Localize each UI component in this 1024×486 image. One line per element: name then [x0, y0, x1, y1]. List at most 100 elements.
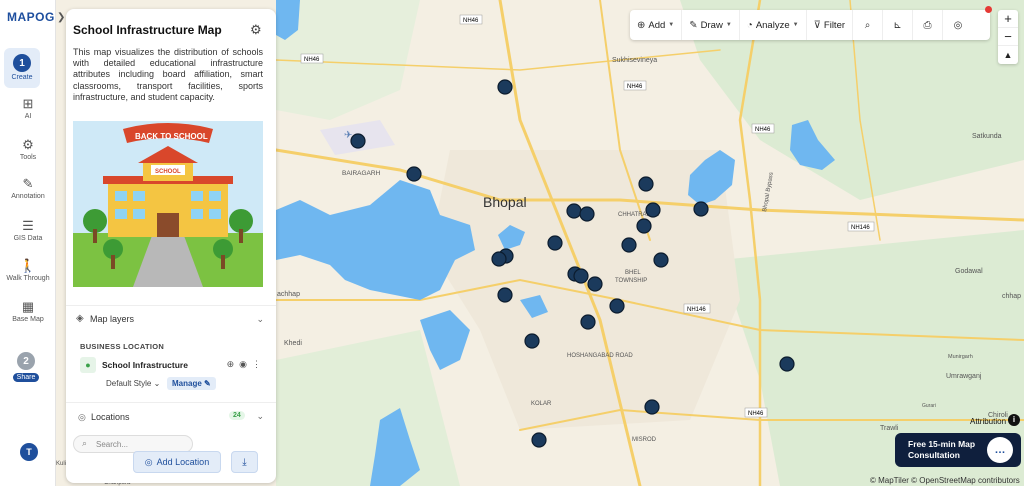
label-misrod: MISROD [632, 437, 657, 443]
chevron-down-icon[interactable]: ⌄ [256, 411, 264, 422]
label-kuli: Kuli [56, 461, 66, 467]
draw-label: Draw [700, 19, 723, 31]
settings-icon[interactable]: ⚙ [250, 22, 262, 38]
school-marker[interactable] [547, 235, 563, 251]
layers-icon: ◈ [76, 313, 84, 324]
layer-row-school-infrastructure[interactable]: ● School Infrastructure ⊕◉⋮ [78, 354, 266, 376]
attribution-label[interactable]: Attribution [970, 417, 1006, 426]
crosshair-icon: ◎ [953, 19, 963, 31]
manage-label: Manage [172, 379, 202, 388]
search-icon: ⌕ [864, 19, 871, 31]
school-marker[interactable] [573, 268, 589, 284]
svg-text:NH46: NH46 [463, 18, 479, 24]
user-avatar[interactable]: T [20, 443, 38, 461]
road-shield: NH46 [459, 14, 483, 25]
school-marker[interactable] [653, 252, 669, 268]
manage-button[interactable]: Manage ✎ [167, 377, 216, 390]
school-marker[interactable] [491, 251, 507, 267]
layer-actions[interactable]: ⊕◉⋮ [227, 359, 266, 370]
school-marker[interactable] [636, 218, 652, 234]
analyze-menu[interactable]: ◔ Analyze ▼ [740, 10, 807, 40]
search-button[interactable]: ⌕ [853, 10, 884, 40]
print-button[interactable]: ⎙ [913, 10, 944, 40]
visibility-eye-icon[interactable]: ◉ [239, 359, 252, 369]
locations-count-badge: 24 [229, 411, 245, 420]
map-info-panel: School Infrastructure Map ⚙ This map vis… [66, 9, 276, 483]
filter-label: Filter [823, 19, 846, 31]
filter-button[interactable]: ⊽ Filter [807, 10, 854, 40]
map-layers-label: Map layers [90, 314, 135, 324]
school-marker[interactable] [609, 298, 625, 314]
walk-icon: 🚶 [19, 258, 37, 273]
share-step[interactable]: 2 Share [8, 352, 44, 382]
measure-button[interactable]: ⊾ [883, 10, 914, 40]
rail-item-annotation[interactable]: ✎ Annotation [4, 177, 52, 201]
add-menu[interactable]: ⊕ Add ▼ [630, 10, 683, 40]
add-location-label: Add Location [156, 457, 210, 467]
school-marker[interactable] [621, 237, 637, 253]
map-layers-header[interactable]: ◈ Map layers ⌄ [66, 305, 276, 331]
analyze-label: Analyze [755, 19, 790, 31]
rail-item-ai[interactable]: ⊞ AI [4, 97, 52, 121]
school-marker[interactable] [644, 399, 660, 415]
zoom-out-button[interactable]: − [998, 28, 1018, 46]
school-sign: SCHOOL [155, 169, 181, 175]
school-marker[interactable] [587, 276, 603, 292]
more-options-icon[interactable]: ⋮ [252, 359, 266, 369]
zoom-controls: + − ▲ [998, 10, 1018, 64]
school-marker[interactable] [566, 203, 582, 219]
label-township: TOWNSHIP [615, 278, 647, 284]
svg-text:NH46: NH46 [627, 84, 643, 90]
compass-icon[interactable]: ▲ [998, 46, 1018, 64]
school-marker[interactable] [350, 133, 366, 149]
road-shield: NH46 [623, 80, 647, 91]
school-marker[interactable] [406, 166, 422, 182]
add-location-button[interactable]: ◎ Add Location [133, 451, 221, 473]
business-location-label: BUSINESS LOCATION [80, 342, 165, 351]
svg-text:NH146: NH146 [851, 225, 870, 231]
locations-header[interactable]: ◎ Locations 24 ⌄ [66, 402, 276, 430]
school-marker[interactable] [497, 79, 513, 95]
label-kolar: KOLAR [531, 401, 552, 407]
zoom-to-layer-icon[interactable]: ⊕ [227, 359, 240, 369]
school-marker[interactable] [638, 176, 654, 192]
notification-badge [985, 6, 992, 13]
chevron-down-icon[interactable]: ⌄ [256, 314, 264, 325]
share-step-number: 2 [17, 352, 35, 370]
rail-item-gis-data[interactable]: ☰ GIS Data [4, 219, 52, 243]
zoom-in-button[interactable]: + [998, 10, 1018, 28]
default-style-dropdown[interactable]: Default Style ⌄ [106, 379, 160, 388]
download-button[interactable]: ⤓ [231, 451, 258, 473]
school-marker[interactable] [779, 356, 795, 372]
school-marker[interactable] [497, 287, 513, 303]
ruler-icon: ⊾ [893, 19, 902, 31]
label-khedi: Khedi [284, 340, 302, 347]
download-icon: ⤓ [242, 456, 247, 468]
rail-item-base-map[interactable]: ▦ Base Map [4, 300, 52, 324]
school-marker[interactable] [524, 333, 540, 349]
rail-item-label: GIS Data [13, 235, 43, 242]
locate-button[interactable]: ◎ [943, 10, 973, 40]
create-step[interactable]: 1 Create [4, 48, 40, 88]
filter-icon: ⊽ [813, 19, 821, 31]
svg-text:NH46: NH46 [748, 411, 764, 417]
svg-text:NH46: NH46 [304, 57, 320, 63]
school-marker[interactable] [580, 314, 596, 330]
school-marker[interactable] [693, 201, 709, 217]
info-icon[interactable]: i [1008, 414, 1020, 426]
school-marker[interactable] [645, 202, 661, 218]
chat-icon[interactable]: … [987, 437, 1013, 463]
draw-menu[interactable]: ✎ Draw ▼ [682, 10, 740, 40]
road-shield: NH146 [683, 303, 711, 314]
pencil-icon: ✎ [689, 19, 698, 31]
rail-item-walk-through[interactable]: 🚶 Walk Through [4, 258, 52, 283]
label-hoshangabad-road: HOSHANGABAD ROAD [567, 353, 633, 359]
layer-name: School Infrastructure [102, 360, 188, 370]
create-step-number: 1 [13, 54, 31, 72]
rail-item-tools[interactable]: ⚙ Tools [4, 138, 52, 162]
label-bhel: BHEL [625, 270, 641, 276]
school-marker[interactable] [579, 206, 595, 222]
school-marker[interactable] [531, 432, 547, 448]
rail-item-label: Walk Through [6, 275, 50, 282]
label-bhopal: Bhopal [483, 194, 527, 210]
